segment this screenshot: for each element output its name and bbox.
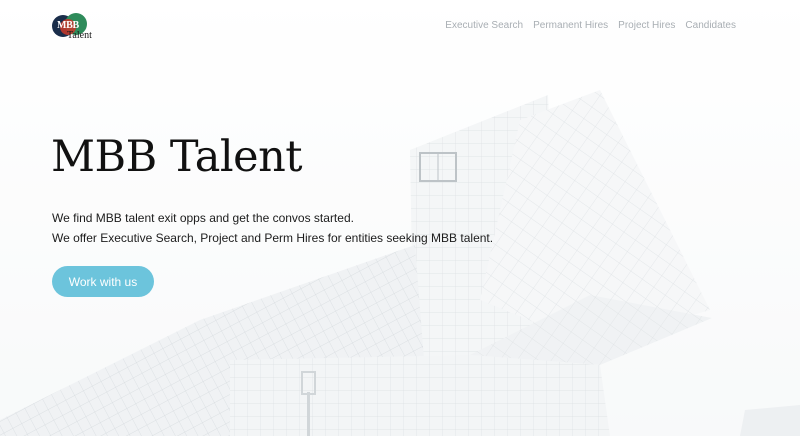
main-nav: Executive Search Permanent Hires Project… xyxy=(445,20,736,31)
nav-link-candidates[interactable]: Candidates xyxy=(685,20,736,31)
nav-link-project-hires[interactable]: Project Hires xyxy=(618,20,675,31)
logo-word-text: Talent xyxy=(67,30,92,41)
hero-title: MBB Talent xyxy=(51,132,303,182)
hero-line-1: We find MBB talent exit opps and get the… xyxy=(52,211,354,225)
nav-link-executive-search[interactable]: Executive Search xyxy=(445,20,523,31)
nav-link-permanent-hires[interactable]: Permanent Hires xyxy=(533,20,608,31)
mbb-talent-logo[interactable]: MBB Talent xyxy=(52,13,92,41)
hero-line-2: We offer Executive Search, Project and P… xyxy=(52,231,494,245)
hero-description: We find MBB talent exit opps and get the… xyxy=(52,208,493,248)
work-with-us-button[interactable]: Work with us xyxy=(52,266,154,297)
site-header: MBB Talent Executive Search Permanent Hi… xyxy=(0,0,800,52)
